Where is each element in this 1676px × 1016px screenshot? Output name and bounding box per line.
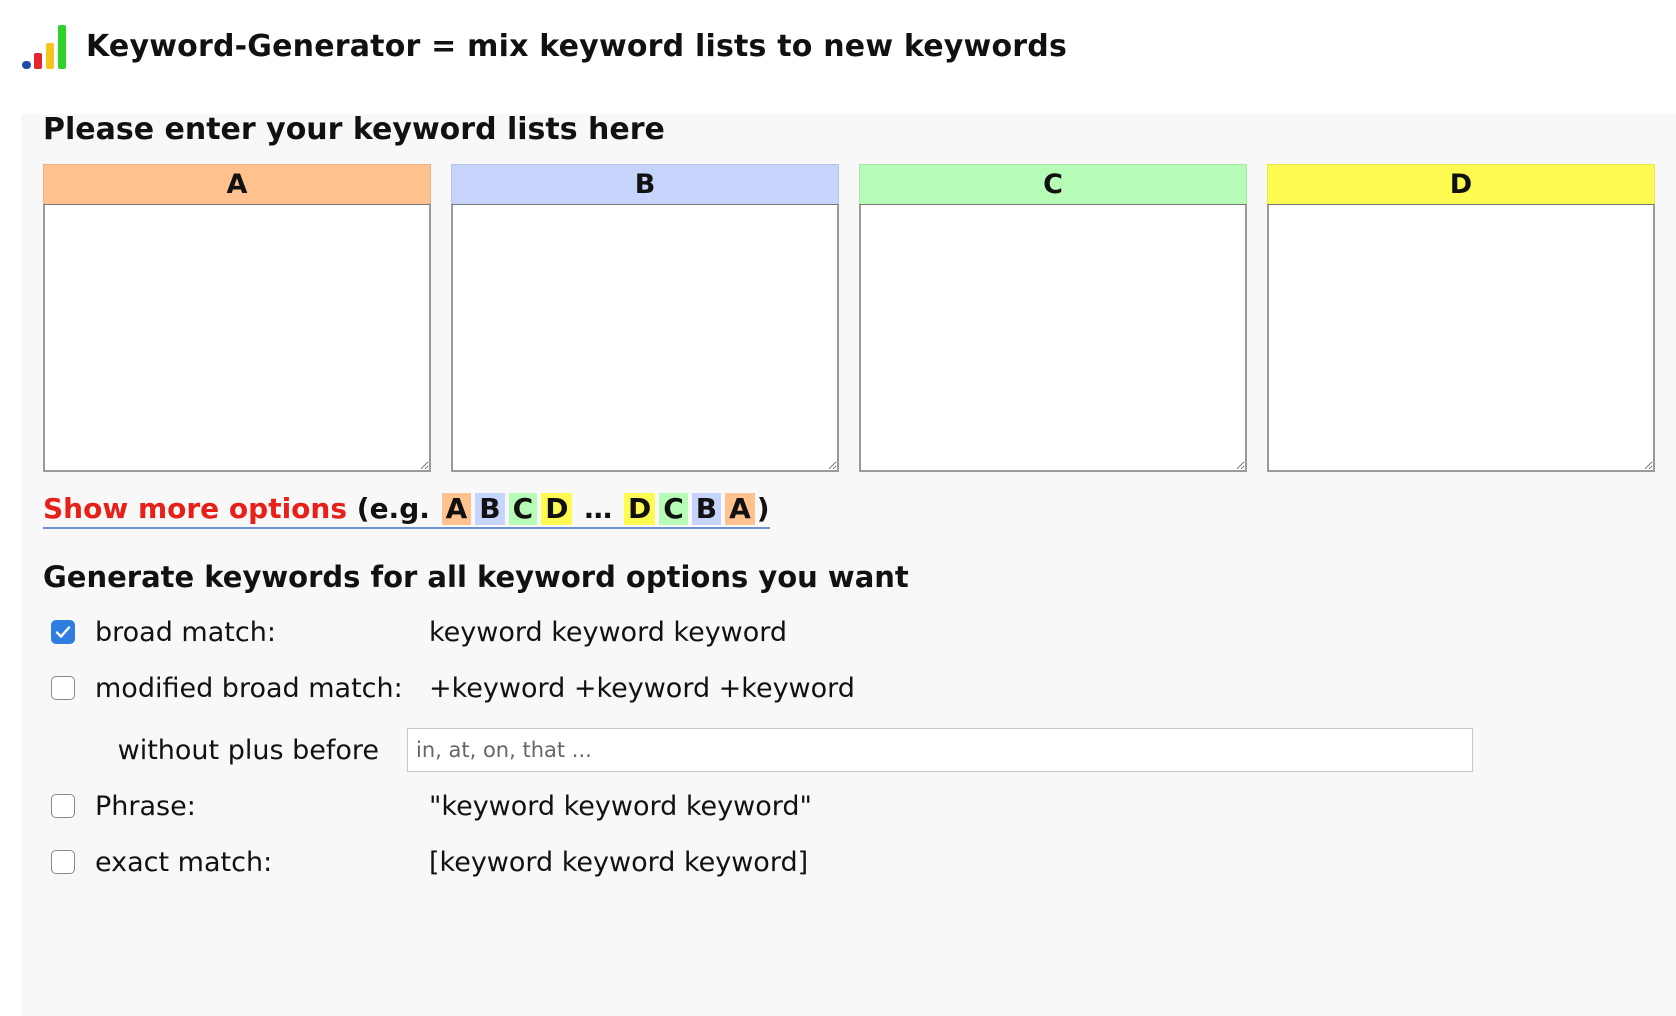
option-label: broad match: [95,616,276,648]
bar-chart-logo-icon [20,21,72,71]
logo-bar [58,25,66,69]
option-example: +keyword +keyword +keyword [429,672,855,704]
show-more-options-link[interactable]: Show more options [43,492,347,525]
modified-broad-match-checkbox[interactable] [51,676,75,700]
without-plus-label: without plus before [117,734,379,766]
list-header-d: D [1267,164,1655,204]
option-label: exact match: [95,846,273,878]
chip-left-2: C [508,493,538,525]
app-title: Keyword-Generator = mix keyword lists to… [86,28,1068,64]
option-exact-match: exact match: [keyword keyword keyword] [43,842,808,882]
chip-left-3: D [541,493,573,525]
example-prefix: (e.g. [356,492,430,525]
without-plus-row: without plus before [43,728,1473,772]
without-plus-input[interactable] [407,728,1473,772]
list-column-a: A [43,164,431,472]
broad-match-checkbox[interactable] [51,620,75,644]
logo-bar [46,43,54,69]
chip-left-0: A [441,493,472,525]
option-example: keyword keyword keyword [429,616,788,648]
keyword-list-c-textarea[interactable] [859,204,1247,472]
list-header-a: A [43,164,431,204]
chip-left-1: B [475,493,505,525]
list-column-b: B [451,164,839,472]
exact-match-checkbox[interactable] [51,850,75,874]
option-example: "keyword keyword keyword" [429,790,812,822]
chip-right-2: B [691,493,722,525]
option-broad-match: broad match: keyword keyword keyword [43,612,787,652]
keyword-list-d-textarea[interactable] [1267,204,1655,472]
more-options-line: Show more options (e.g. ABCD … D C B A) [43,492,770,529]
keyword-lists: A B C D [43,164,1655,472]
main-panel: Please enter your keyword lists here A B… [21,112,1676,1016]
option-label: modified broad match: [95,672,403,704]
list-header-c: C [859,164,1247,204]
checkmark-icon [55,626,71,638]
list-column-c: C [859,164,1247,472]
example-suffix: ) [756,492,770,525]
option-label: Phrase: [95,790,196,822]
list-column-d: D [1267,164,1655,472]
list-header-b: B [451,164,839,204]
logo-bar [34,53,42,69]
keyword-lists-title: Please enter your keyword lists here [43,112,665,147]
example-ellipsis: … [584,492,613,525]
logo-bar [22,61,31,69]
generate-options-title: Generate keywords for all keyword option… [43,560,909,594]
keyword-list-a-textarea[interactable] [43,204,431,472]
option-phrase: Phrase: "keyword keyword keyword" [43,786,812,826]
phrase-checkbox[interactable] [51,794,75,818]
option-example: [keyword keyword keyword] [429,846,809,878]
keyword-list-b-textarea[interactable] [451,204,839,472]
option-modified-broad-match: modified broad match: +keyword +keyword … [43,668,855,708]
app-header: Keyword-Generator = mix keyword lists to… [20,14,1067,78]
chip-right-0: D [623,493,656,525]
chip-right-1: C [659,493,688,525]
chip-right-3: A [725,493,755,525]
